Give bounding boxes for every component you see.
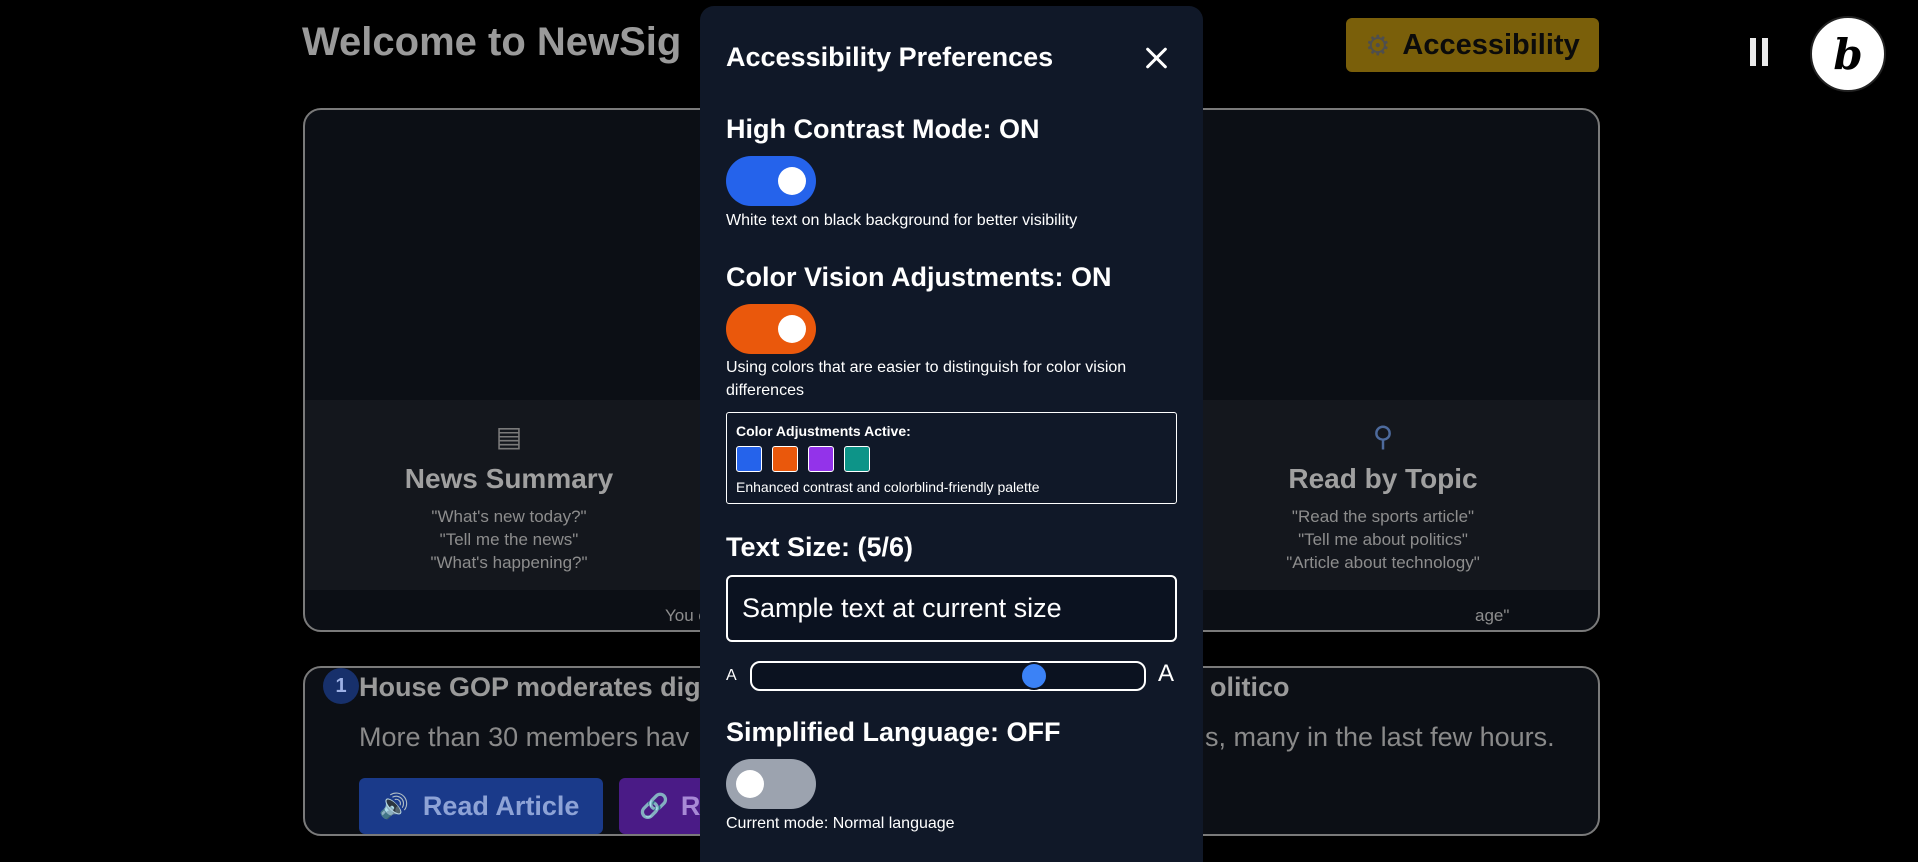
color-swatch xyxy=(808,446,834,472)
gear-icon: ⚙ xyxy=(1365,29,1391,61)
text-size-sample: Sample text at current size xyxy=(726,575,1177,642)
color-adjustments-note: Enhanced contrast and colorblind-friendl… xyxy=(736,479,1040,495)
newspaper-icon: ▤ xyxy=(495,421,523,452)
simplified-language-description: Current mode: Normal language xyxy=(726,815,955,832)
simplified-language-toggle[interactable] xyxy=(726,759,816,809)
text-size-large-label: A xyxy=(1158,660,1175,687)
accessibility-preferences-dialog: Accessibility Preferences High Contrast … xyxy=(700,6,1203,862)
accessibility-button-label: Accessibility xyxy=(1402,28,1580,61)
high-contrast-title: High Contrast Mode: ON xyxy=(726,114,1040,144)
open-link-button[interactable]: 🔗 R xyxy=(619,778,709,834)
article-title: House GOP moderates dig xyxy=(359,672,701,702)
link-icon: 🔗 xyxy=(639,792,669,820)
article-summary-end: s, many in the last few hours. xyxy=(1205,722,1555,752)
magnifier-icon: ⚲ xyxy=(1372,421,1394,452)
color-swatch xyxy=(772,446,798,472)
simplified-language-title: Simplified Language: OFF xyxy=(726,717,1061,747)
color-vision-title: Color Vision Adjustments: ON xyxy=(726,262,1112,292)
bolt-badge[interactable]: b xyxy=(1810,16,1886,92)
color-swatch xyxy=(736,446,762,472)
article-number-badge: 1 xyxy=(323,668,359,704)
color-swatches xyxy=(736,446,870,472)
voice-hint-end: age" xyxy=(1475,606,1510,625)
feature-title: News Summary xyxy=(404,463,614,494)
page-title: Welcome to NewSig xyxy=(302,20,682,64)
close-icon[interactable] xyxy=(1140,42,1172,74)
high-contrast-description: White text on black background for bette… xyxy=(726,212,1078,229)
feature-read-by-topic: ⚲ Read by Topic "Read the sports article… xyxy=(1193,420,1573,574)
color-swatch xyxy=(844,446,870,472)
text-size-title: Text Size: (5/6) xyxy=(726,532,914,562)
article-summary: More than 30 members hav xyxy=(359,722,690,752)
bolt-logo-icon: b xyxy=(1833,29,1863,79)
color-vision-description: Using colors that are easier to distingu… xyxy=(726,359,1127,399)
pause-button[interactable] xyxy=(1750,38,1768,66)
color-adjustments-label: Color Adjustments Active: xyxy=(736,423,911,439)
color-adjustments-box: Color Adjustments Active: Enhanced contr… xyxy=(726,412,1177,504)
accessibility-button[interactable]: ⚙ Accessibility xyxy=(1346,18,1599,72)
read-article-button[interactable]: 🔊 Read Article xyxy=(359,778,603,834)
article-title-end: olitico xyxy=(1210,672,1290,702)
feature-title: Read by Topic xyxy=(1288,463,1478,494)
pause-icon xyxy=(1750,38,1756,66)
text-size-slider-thumb[interactable] xyxy=(1019,662,1048,690)
speaker-icon: 🔊 xyxy=(379,792,409,820)
high-contrast-toggle[interactable] xyxy=(726,156,816,206)
color-vision-toggle[interactable] xyxy=(726,304,816,354)
text-size-slider[interactable] xyxy=(750,661,1146,691)
feature-news-summary: ▤ News Summary "What's new today?" "Tell… xyxy=(319,420,699,574)
dialog-title: Accessibility Preferences xyxy=(726,42,1054,72)
text-size-small-label: A xyxy=(726,667,737,684)
